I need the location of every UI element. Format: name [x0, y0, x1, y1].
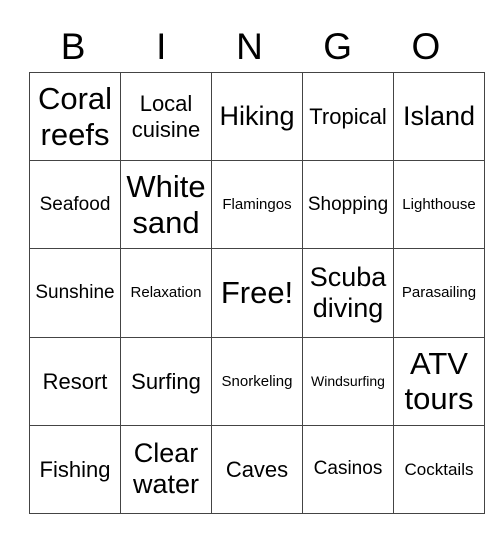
bingo-cell[interactable]: Scuba diving: [302, 248, 394, 338]
bingo-cell[interactable]: Caves: [211, 424, 303, 515]
header-letter-i: I: [156, 26, 167, 67]
header-letter-b: B: [60, 26, 86, 67]
bingo-cell[interactable]: Flamingos: [211, 160, 303, 250]
grid-row: Resort Surfing Snorkeling Windsurfing AT…: [29, 336, 485, 426]
bingo-cell[interactable]: White sand: [120, 160, 212, 250]
bingo-cell[interactable]: Tropical: [302, 71, 394, 162]
bingo-header: B I N G O: [29, 22, 470, 72]
grid-row: Coral reefs Local cuisine Hiking Tropica…: [29, 71, 485, 162]
bingo-cell[interactable]: Fishing: [29, 424, 121, 515]
bingo-cell[interactable]: Snorkeling: [211, 336, 303, 426]
bingo-cell[interactable]: Casinos: [302, 424, 394, 515]
bingo-cell[interactable]: Local cuisine: [120, 71, 212, 162]
grid-row: Fishing Clear water Caves Casinos Cockta…: [29, 424, 485, 515]
bingo-cell[interactable]: Sunshine: [29, 248, 121, 338]
free-space-cell[interactable]: Free!: [211, 248, 303, 338]
bingo-cell[interactable]: Seafood: [29, 160, 121, 250]
header-letter-o: O: [411, 26, 441, 67]
bingo-cell[interactable]: Coral reefs: [29, 71, 121, 162]
bingo-cell[interactable]: ATV tours: [393, 336, 485, 426]
bingo-cell[interactable]: Parasailing: [393, 248, 485, 338]
bingo-cell[interactable]: Surfing: [120, 336, 212, 426]
bingo-cell[interactable]: Resort: [29, 336, 121, 426]
bingo-cell[interactable]: Island: [393, 71, 485, 162]
bingo-cell[interactable]: Hiking: [211, 71, 303, 162]
bingo-cell[interactable]: Lighthouse: [393, 160, 485, 250]
bingo-cell[interactable]: Windsurfing: [302, 336, 394, 426]
grid-row: Seafood White sand Flamingos Shopping Li…: [29, 160, 485, 250]
bingo-grid: Coral reefs Local cuisine Hiking Tropica…: [29, 71, 485, 515]
header-letter-g: G: [323, 26, 353, 67]
header-letter-n: N: [236, 26, 263, 67]
bingo-cell[interactable]: Relaxation: [120, 248, 212, 338]
grid-row: Sunshine Relaxation Free! Scuba diving P…: [29, 248, 485, 338]
bingo-cell[interactable]: Shopping: [302, 160, 394, 250]
bingo-cell[interactable]: Clear water: [120, 424, 212, 515]
bingo-cell[interactable]: Cocktails: [393, 424, 485, 515]
